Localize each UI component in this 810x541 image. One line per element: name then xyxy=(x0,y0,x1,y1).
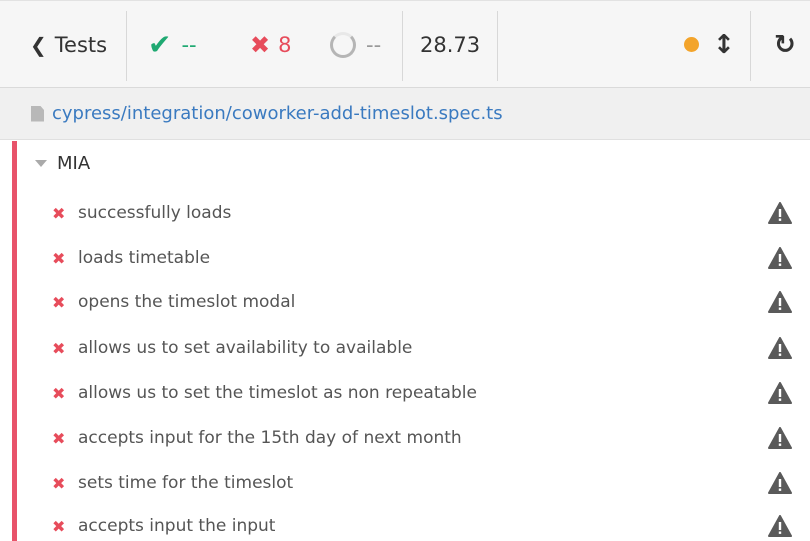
test-row[interactable]: ✖ accepts input the input xyxy=(52,511,800,541)
test-title: successfully loads xyxy=(78,203,232,223)
auto-scroll-toggle[interactable]: ↕ xyxy=(713,1,735,88)
duration: 28.73 xyxy=(420,32,481,57)
x-icon: ✖ xyxy=(52,292,66,312)
x-icon: ✖ xyxy=(52,473,66,493)
test-row[interactable]: ✖ allows us to set availability to avail… xyxy=(52,333,800,363)
test-title: sets time for the timeslot xyxy=(78,473,294,493)
x-icon: ✖ xyxy=(52,428,66,448)
passed-value: -- xyxy=(181,32,197,57)
spec-path-link[interactable]: cypress/integration/coworker-add-timeslo… xyxy=(52,103,503,124)
warning-icon[interactable] xyxy=(768,291,792,313)
suite-title: MIA xyxy=(57,153,91,174)
caret-down-icon xyxy=(35,160,47,167)
test-title: allows us to set availability to availab… xyxy=(78,338,413,358)
rerun-button[interactable]: ↻ xyxy=(774,1,796,88)
divider xyxy=(497,11,498,81)
warning-icon[interactable] xyxy=(768,337,792,359)
warning-icon[interactable] xyxy=(768,202,792,224)
failed-count[interactable]: ✖ 8 xyxy=(250,1,291,88)
tests-label: Tests xyxy=(54,32,108,57)
test-title: opens the timeslot modal xyxy=(78,292,296,312)
test-row[interactable]: ✖ accepts input for the 15th day of next… xyxy=(52,423,800,453)
x-icon: ✖ xyxy=(52,203,66,223)
test-title: allows us to set the timeslot as non rep… xyxy=(78,383,477,403)
warning-icon[interactable] xyxy=(768,427,792,449)
status-dot-icon xyxy=(684,37,699,52)
pending-count[interactable]: -- xyxy=(330,1,381,88)
warning-icon[interactable] xyxy=(768,515,792,537)
test-title: accepts input for the 15th day of next m… xyxy=(78,428,462,448)
reload-icon: ↻ xyxy=(774,29,796,60)
warning-icon[interactable] xyxy=(768,247,792,269)
tests-button[interactable]: ❮ Tests xyxy=(30,1,107,88)
test-title: loads timetable xyxy=(78,248,211,268)
x-icon: ✖ xyxy=(250,30,271,59)
pending-value: -- xyxy=(366,32,382,57)
warning-icon[interactable] xyxy=(768,472,792,494)
spinner-icon xyxy=(330,31,356,58)
reporter-header: ❮ Tests ✔ -- ✖ 8 -- 28.73 ↕ ↻ xyxy=(0,0,810,88)
x-icon: ✖ xyxy=(52,248,66,268)
divider xyxy=(402,11,403,81)
test-row[interactable]: ✖ successfully loads xyxy=(52,198,800,228)
failed-suite-indicator xyxy=(12,141,17,541)
test-row[interactable]: ✖ loads timetable xyxy=(52,243,800,273)
chevron-left-icon: ❮ xyxy=(30,32,47,57)
failed-value: 8 xyxy=(278,32,292,57)
divider xyxy=(750,11,751,81)
check-icon: ✔ xyxy=(148,28,172,61)
suite-header[interactable]: MIA xyxy=(35,153,90,174)
test-row[interactable]: ✖ opens the timeslot modal xyxy=(52,287,800,317)
test-row[interactable]: ✖ allows us to set the timeslot as non r… xyxy=(52,378,800,408)
divider xyxy=(126,11,127,81)
test-tree: MIA ✖ successfully loads ✖ loads timetab… xyxy=(0,141,810,541)
warning-icon[interactable] xyxy=(768,382,792,404)
x-icon: ✖ xyxy=(52,338,66,358)
running-status xyxy=(684,1,699,88)
test-row[interactable]: ✖ sets time for the timeslot xyxy=(52,468,800,498)
passed-count[interactable]: ✔ -- xyxy=(148,1,197,88)
x-icon: ✖ xyxy=(52,383,66,403)
x-icon: ✖ xyxy=(52,516,66,536)
spec-title-bar: cypress/integration/coworker-add-timeslo… xyxy=(0,88,810,140)
test-title: accepts input the input xyxy=(78,516,276,536)
file-icon xyxy=(31,105,44,122)
scroll-arrows-icon: ↕ xyxy=(713,29,735,60)
